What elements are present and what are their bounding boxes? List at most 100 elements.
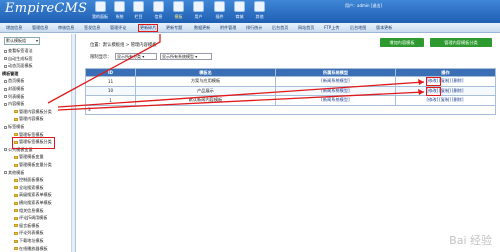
sidebar-item[interactable]: 评论列表模板 bbox=[14, 230, 44, 236]
sidebar-item[interactable]: 全站搜索模板 bbox=[14, 185, 44, 191]
sidebar-item[interactable]: 管理模板变量 bbox=[14, 154, 44, 160]
panel-icon bbox=[94, 1, 106, 12]
delete-link[interactable]: [删除] bbox=[452, 78, 464, 83]
folder-icon bbox=[14, 247, 18, 251]
manage-template-class-button[interactable]: 管理内容模板分类 bbox=[430, 38, 492, 47]
user-icon bbox=[193, 1, 204, 12]
subnav-attachments[interactable]: 附件管理 bbox=[220, 23, 236, 32]
sidebar-item-label: 评论JS调用模板 bbox=[19, 215, 48, 221]
delete-link[interactable]: [删除] bbox=[452, 97, 464, 102]
nav-plugin[interactable]: 插件 bbox=[214, 0, 225, 20]
table-header: ID 模板名 所属系统模型 操作 bbox=[85, 68, 496, 77]
sidebar-scrollbar[interactable] bbox=[71, 34, 75, 252]
template-name[interactable]: 产品展示 bbox=[135, 85, 276, 96]
sidebar-item-label: 全站搜索模板 bbox=[19, 184, 44, 190]
folder-icon bbox=[14, 133, 18, 137]
sidebar-item[interactable]: 封面模板 bbox=[4, 86, 24, 92]
sidebar-item[interactable]: 首页模板 bbox=[4, 78, 24, 84]
add-content-template-button[interactable]: 增加内容模板 bbox=[380, 38, 424, 47]
nav-info[interactable]: 信息 bbox=[153, 0, 164, 20]
nav-other[interactable]: 其他 bbox=[254, 0, 265, 20]
sub-nav: 增加信息 管理信息 审核信息 签发信息 管理评论 更新碎片 更新专题 数据更新 … bbox=[0, 23, 500, 33]
sidebar-item-label: 在线播放器模板 bbox=[19, 245, 48, 251]
sidebar-item[interactable]: 内容模板 bbox=[4, 101, 24, 107]
folder-icon bbox=[14, 193, 18, 197]
folder-icon bbox=[14, 201, 18, 205]
subnav-data-update[interactable]: 数据更新 bbox=[194, 23, 210, 32]
sidebar-item[interactable]: 控制面板模板 bbox=[14, 177, 44, 183]
sidebar: 默认模板组 ▾ 查看标签语法 自动生成标签 动态页面模板 模板管理 首页模板封面模板列表模… bbox=[0, 34, 76, 252]
model-link[interactable]: [新闻系统模型] bbox=[275, 76, 396, 87]
sidebar-item-label: 评论列表模板 bbox=[19, 230, 44, 236]
highlight-box-edit-row2 bbox=[426, 87, 441, 96]
sidebar-item[interactable]: 相关信息模板 bbox=[14, 208, 44, 214]
table-footer: 3 bbox=[85, 104, 496, 115]
sidebar-item[interactable]: 管理内容模板分类 bbox=[14, 109, 52, 115]
subnav-site-home[interactable]: 网站首页 bbox=[298, 23, 314, 32]
sidebar-item[interactable]: 其他模板 bbox=[4, 170, 24, 176]
system-icon bbox=[114, 1, 125, 12]
nav-system[interactable]: 系统 bbox=[114, 0, 125, 20]
nav-user[interactable]: 用户 bbox=[193, 0, 204, 20]
sidebar-item[interactable]: 横向搜索表单模板 bbox=[14, 200, 52, 206]
template-group-select[interactable]: 默认模板组 ▾ bbox=[4, 37, 40, 45]
sidebar-item[interactable]: 列表模板 bbox=[4, 94, 24, 100]
delete-link[interactable]: [删除] bbox=[452, 88, 464, 93]
nav-my-panel[interactable]: 我的面板 bbox=[92, 0, 108, 20]
sidebar-item[interactable]: 查看标签语法 bbox=[4, 48, 33, 54]
subnav-add-info[interactable]: 增加信息 bbox=[6, 23, 22, 32]
subnav-ftp-upload[interactable]: FTP上传 bbox=[324, 23, 339, 32]
template-icon bbox=[173, 1, 184, 12]
subnav-manage-comments[interactable]: 管理评论 bbox=[110, 23, 126, 32]
filter-label: 限制显示： bbox=[90, 55, 112, 60]
template-name[interactable]: 方案与应用模板 bbox=[135, 76, 276, 87]
expand-box-icon bbox=[4, 64, 7, 68]
sidebar-item[interactable]: 管理模板变量分类 bbox=[14, 162, 52, 168]
sidebar-item-label: 封面模板 bbox=[8, 86, 25, 91]
col-name: 模板名 bbox=[135, 68, 276, 77]
copy-link[interactable]: [复制] bbox=[439, 97, 451, 102]
sidebar-item[interactable]: 在线播放器模板 bbox=[14, 246, 48, 252]
expand-box-icon bbox=[4, 171, 7, 175]
template-name[interactable]: 默认新闻内容模板 bbox=[135, 95, 276, 106]
sidebar-item[interactable]: 留言板模板 bbox=[14, 223, 39, 229]
sidebar-item[interactable]: 评论JS调用模板 bbox=[14, 215, 47, 221]
subnav-sign-info[interactable]: 签发信息 bbox=[84, 23, 100, 32]
subnav-version-update[interactable]: 版本更新 bbox=[376, 23, 392, 32]
model-link[interactable]: [新闻系统模型] bbox=[275, 85, 396, 96]
folder-icon bbox=[14, 155, 18, 159]
user-info: 用户：admin [退出] bbox=[345, 3, 382, 8]
record-count: 3 bbox=[85, 104, 496, 115]
sidebar-item[interactable]: 下载地址模板 bbox=[14, 238, 44, 244]
sidebar-item-label: 内容模板 bbox=[8, 101, 25, 107]
subnav-manage-info[interactable]: 管理信息 bbox=[32, 23, 48, 32]
nav-column[interactable]: 栏目 bbox=[133, 0, 144, 20]
folder-icon bbox=[14, 178, 18, 182]
sidebar-item[interactable]: 标签模板 bbox=[4, 124, 24, 130]
model-link[interactable]: [新闻系统模型] bbox=[275, 95, 396, 106]
subnav-review-info[interactable]: 审核信息 bbox=[58, 23, 74, 32]
nav-shop[interactable]: 商城 bbox=[234, 0, 245, 20]
subnav-update-fragments[interactable]: 更新碎片 bbox=[138, 24, 159, 32]
folder-icon bbox=[14, 163, 18, 167]
sidebar-item-label: 管理内容模板分类 bbox=[19, 108, 52, 114]
sidebar-item-label: 下载地址模板 bbox=[19, 238, 44, 243]
edit-link[interactable]: [修改] bbox=[427, 97, 439, 102]
sidebar-item[interactable]: 自动生成标签 bbox=[4, 56, 33, 62]
subnav-admin-map[interactable]: 后台地图 bbox=[350, 23, 366, 32]
logout-link[interactable]: [退出] bbox=[371, 3, 382, 8]
subnav-update-topics[interactable]: 更新专题 bbox=[166, 23, 182, 32]
subnav-admin-home[interactable]: 后台首页 bbox=[272, 23, 288, 32]
sidebar-item[interactable]: 高级搜索表单模板 bbox=[14, 192, 52, 198]
sidebar-item[interactable]: 管理内容模板 bbox=[14, 116, 44, 122]
class-filter-select[interactable]: 显示所有分类 ▾ bbox=[115, 53, 157, 60]
breadcrumb: 位置：默认模板组 > 管理内容模板 bbox=[90, 43, 157, 48]
sidebar-item-label: 留言板模板 bbox=[19, 222, 40, 228]
model-filter-select[interactable]: 显示所有系统模型 ▾ bbox=[160, 53, 212, 60]
sidebar-item[interactable]: 模板管理 bbox=[2, 71, 18, 77]
nav-template[interactable]: 模板 bbox=[173, 0, 184, 20]
sidebar-item[interactable]: 动态页面模板 bbox=[4, 63, 33, 69]
subnav-rankings[interactable]: 排行统计 bbox=[246, 23, 262, 32]
sidebar-item-label: 管理模板变量 bbox=[19, 154, 44, 160]
sidebar-item-label: 标签模板 bbox=[8, 124, 25, 129]
